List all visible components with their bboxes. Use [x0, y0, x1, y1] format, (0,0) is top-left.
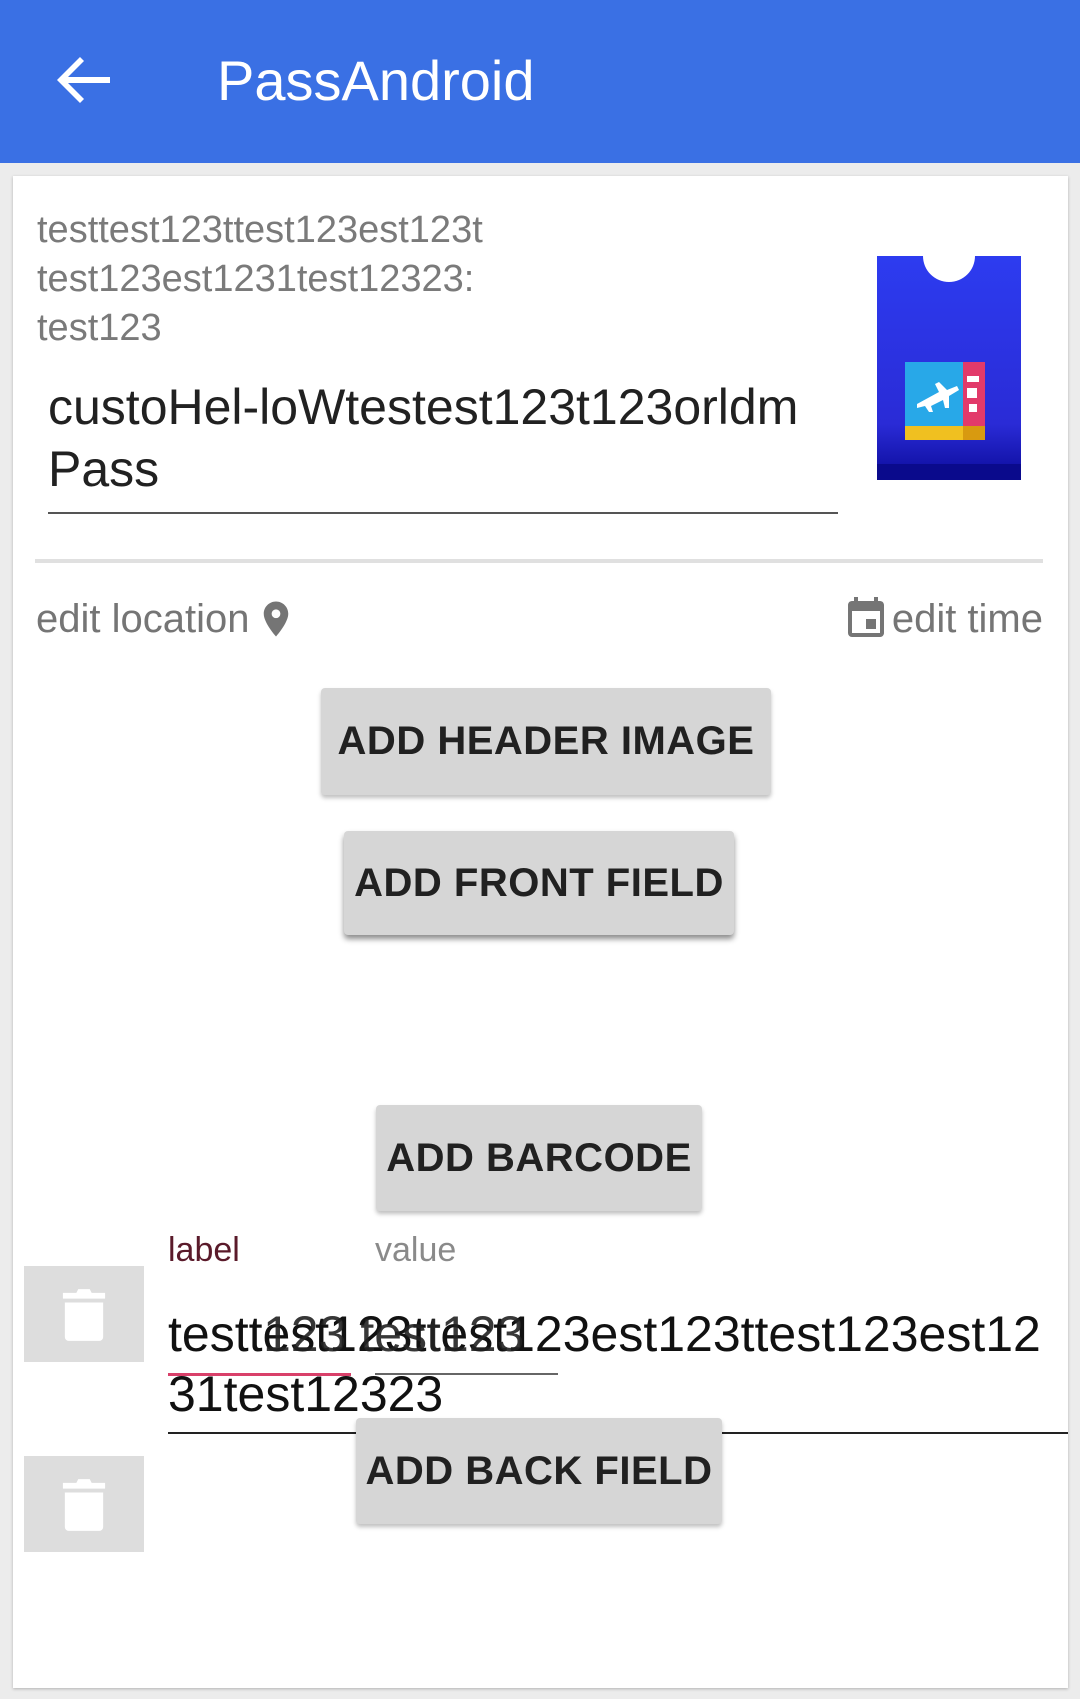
- label-underline: [168, 1373, 351, 1376]
- pass-description: testtest123ttest123est123t test123est123…: [37, 209, 483, 349]
- delete-back-field-button[interactable]: [24, 1456, 144, 1552]
- edit-location-label: edit location: [36, 597, 250, 641]
- label-caption: label: [168, 1231, 240, 1269]
- edit-time-label: edit time: [891, 597, 1043, 641]
- trash-icon: [62, 1289, 106, 1341]
- calendar-icon: [847, 597, 884, 637]
- app-title: PassAndroid: [217, 49, 535, 112]
- add-back-field-button[interactable]: ADD BACK FIELD: [356, 1418, 722, 1524]
- add-header-image-button[interactable]: ADD HEADER IMAGE: [321, 688, 771, 795]
- delete-field-button[interactable]: [24, 1266, 144, 1362]
- boarding-pass-icon[interactable]: [877, 256, 1021, 480]
- add-front-field-button[interactable]: ADD FRONT FIELD: [344, 831, 734, 935]
- value-underline: [375, 1373, 558, 1375]
- app-bar: PassAndroid: [0, 0, 1080, 163]
- edit-location-button[interactable]: edit location: [36, 591, 297, 647]
- back-button[interactable]: [44, 40, 124, 120]
- divider: [35, 559, 1043, 563]
- pass-name-field[interactable]: custoHel-loWtestest123t123orldm Pass: [48, 376, 838, 514]
- pass-edit-card: testtest123ttest123est123t test123est123…: [13, 176, 1068, 1688]
- value-caption: value: [375, 1231, 457, 1269]
- edit-time-button[interactable]: edit time: [842, 591, 1043, 647]
- add-barcode-button[interactable]: ADD BARCODE: [376, 1105, 702, 1211]
- location-pin-icon: [264, 601, 289, 637]
- value-input[interactable]: 123 test123: [263, 1304, 524, 1364]
- arrow-back-icon: [57, 57, 110, 103]
- trash-icon: [62, 1479, 106, 1531]
